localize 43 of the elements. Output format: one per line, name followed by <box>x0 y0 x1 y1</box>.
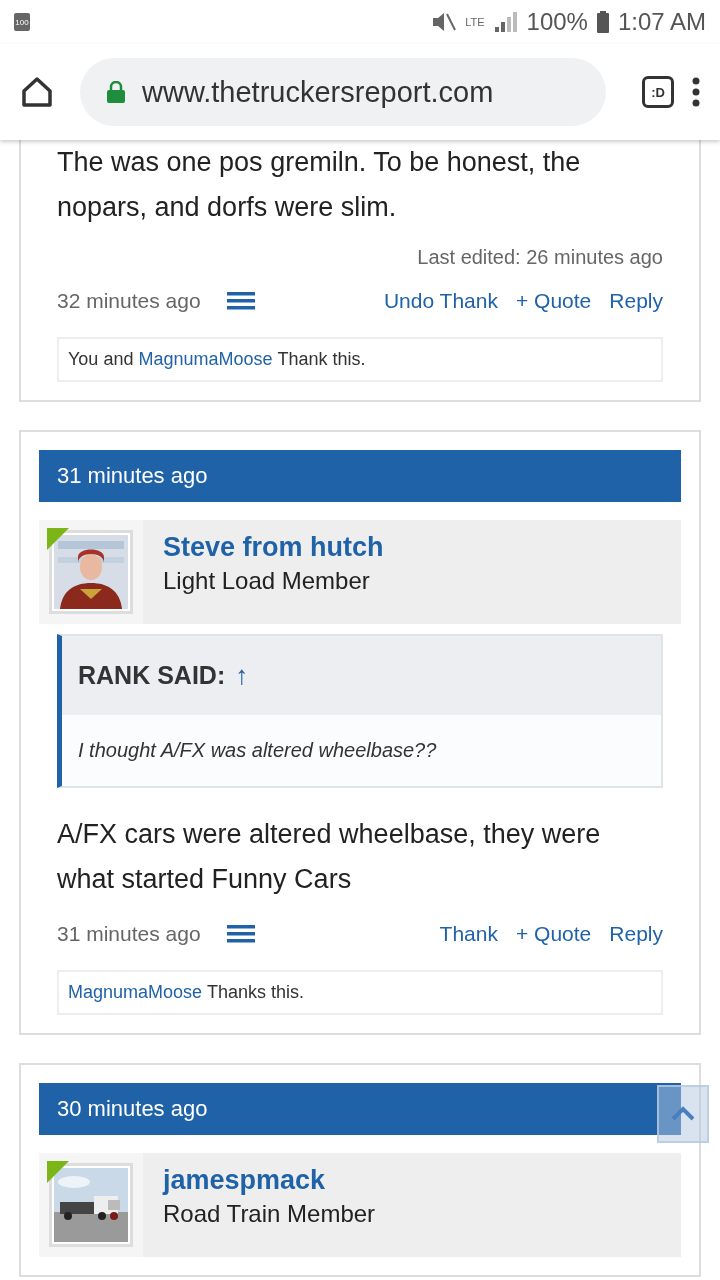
network-type-label: LTE <box>465 16 485 28</box>
post-text: The was one pos gremiln. To be honest, the nopars, and dorfs were slim. <box>56 146 582 224</box>
battery-level-badge: 100 <box>14 13 30 31</box>
post-text: A/FX cars were altered wheelbase, they were what started Funny Cars <box>56 818 602 896</box>
online-flag-icon <box>47 528 69 550</box>
mute-icon <box>431 10 458 34</box>
menu-icon[interactable] <box>692 77 700 107</box>
user-link[interactable]: MagnumaMoose <box>68 982 203 1003</box>
post-action-link[interactable]: + Quote <box>516 922 592 946</box>
battery-icon <box>595 10 610 34</box>
address-bar[interactable]: www.thetruckersreport.com <box>80 58 606 126</box>
signal-icon <box>492 10 519 34</box>
user-title: Road Train Member <box>163 1200 376 1228</box>
post-date-bar: 31 minutes ago <box>39 450 681 502</box>
scroll-to-top-button[interactable] <box>657 1085 709 1143</box>
likes-text: Thank this. <box>277 349 366 370</box>
post-action-link[interactable]: Undo Thank <box>383 289 498 313</box>
quote-attribution: RANK SAID: <box>78 661 226 690</box>
battery-percent: 100% <box>526 8 588 36</box>
username-link[interactable]: jamespmack <box>163 1165 376 1196</box>
post-action-link[interactable]: Thank <box>439 922 498 946</box>
hamburger-menu-icon[interactable] <box>226 925 255 943</box>
jump-to-quote-link[interactable]: ↑ <box>235 660 249 691</box>
post-date-bar: 30 minutes ago <box>39 1083 681 1135</box>
tab-switcher-button[interactable]: :D <box>642 76 674 108</box>
clock-time: 1:07 AM <box>617 8 706 36</box>
hamburger-menu-icon[interactable] <box>226 292 255 310</box>
likes-text: You and <box>68 349 134 370</box>
chevron-up-icon[interactable] <box>671 1105 695 1123</box>
online-flag-icon <box>47 1161 69 1183</box>
home-icon[interactable] <box>20 75 54 109</box>
post-time: 32 minutes ago <box>57 289 201 313</box>
post-action-link[interactable]: Reply <box>609 922 663 946</box>
post-time: 31 minutes ago <box>57 922 201 946</box>
last-edited-note: Last edited: 26 minutes ago <box>416 246 664 269</box>
post-action-link[interactable]: + Quote <box>516 289 592 313</box>
lock-icon <box>106 81 126 103</box>
post-action-link[interactable]: Reply <box>609 289 663 313</box>
user-title: Light Load Member <box>163 567 371 595</box>
user-link[interactable]: MagnumaMoose <box>138 349 273 370</box>
likes-text: Thanks this. <box>207 982 305 1003</box>
quote-text: I thought A/FX was altered wheelbase?? <box>62 715 661 786</box>
username-link[interactable]: Steve from hutch <box>163 532 384 563</box>
